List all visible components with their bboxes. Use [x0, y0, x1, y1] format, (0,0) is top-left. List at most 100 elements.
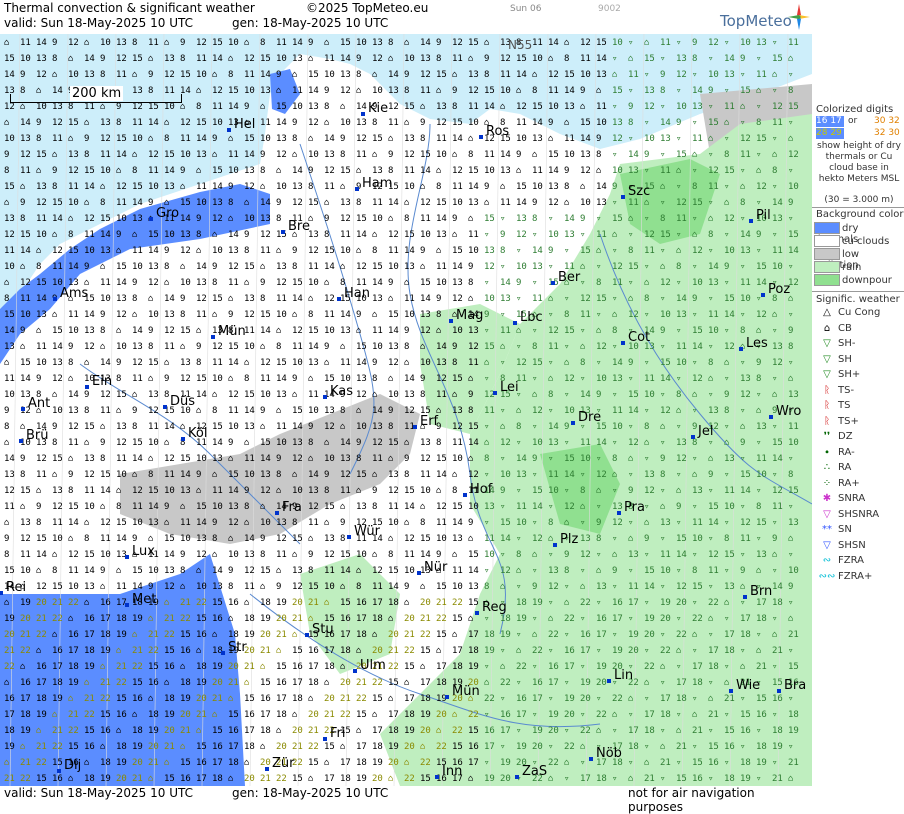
thermal-cell: ⌂ — [308, 54, 314, 64]
thermal-cell: 16 — [740, 726, 751, 736]
thermal-cell: ▿ — [628, 134, 634, 144]
thermal-cell: ⌂ — [180, 742, 186, 752]
thermal-cell: 10 — [484, 550, 495, 560]
thermal-cell: 15 — [164, 774, 175, 784]
thermal-cell: ⌂ — [132, 230, 138, 240]
legend-wx-label: TS — [838, 400, 851, 411]
thermal-cell: 10 — [276, 54, 287, 64]
thermal-cell: ⌂ — [628, 454, 634, 464]
thermal-cell: ⌂ — [148, 374, 154, 384]
thermal-cell: 10 — [468, 502, 479, 512]
thermal-cell: ▿ — [772, 614, 778, 624]
thermal-cell: 12 — [708, 166, 719, 176]
thermal-cell: 9 — [740, 566, 746, 576]
thermal-cell: 18 — [228, 630, 239, 640]
thermal-cell: 16 — [52, 774, 63, 784]
thermal-cell: ▿ — [708, 246, 714, 256]
thermal-cell: 10 — [244, 470, 255, 480]
thermal-cell: 10 — [132, 262, 143, 272]
thermal-cell: ▿ — [564, 342, 570, 352]
thermal-cell: 10 — [436, 534, 447, 544]
thermal-cell: ⌂ — [340, 742, 346, 752]
thermal-cell: ▿ — [708, 486, 714, 496]
thermal-cell: ⌂ — [244, 678, 250, 688]
thermal-cell: 10 — [164, 102, 175, 112]
thermal-cell: 11 — [132, 118, 143, 128]
thermal-cell: ▿ — [740, 406, 746, 416]
thermal-cell: 10 — [100, 38, 111, 48]
thermal-cell: 9 — [228, 566, 234, 576]
thermal-cell: 8 — [132, 38, 138, 48]
thermal-cell: 13 — [676, 438, 687, 448]
thermal-cell: ⌂ — [452, 470, 458, 480]
thermal-cell: 10 — [324, 326, 335, 336]
thermal-cell: 9 — [756, 230, 762, 240]
thermal-cell: 12 — [324, 166, 335, 176]
thermal-cell: ⌂ — [612, 230, 618, 240]
thermal-cell: 9 — [500, 486, 506, 496]
city-label: Nöb — [589, 746, 622, 761]
thermal-cell: ▿ — [484, 278, 490, 288]
thermal-cell: 9 — [100, 438, 106, 448]
thermal-cell: ⌂ — [180, 422, 186, 432]
thermal-cell: 20 — [388, 758, 399, 768]
thermal-cell: 8 — [788, 342, 794, 352]
thermal-cell: 20 — [564, 710, 575, 720]
thermal-cell: ⌂ — [564, 518, 570, 528]
city-label: Nür — [416, 560, 448, 575]
thermal-cell: 15 — [740, 710, 751, 720]
thermal-cell: ⌂ — [516, 86, 522, 96]
thermal-cell: 13 — [372, 294, 383, 304]
thermal-cell: 12 — [36, 198, 47, 208]
thermal-cell: 11 — [164, 470, 175, 480]
thermal-cell: 17 — [580, 646, 591, 656]
thermal-cell: 15 — [756, 518, 767, 528]
thermal-cell: 11 — [228, 278, 239, 288]
thermal-cell: ⌂ — [324, 198, 330, 208]
thermal-cell: ⌂ — [644, 38, 650, 48]
thermal-cell: ▿ — [676, 662, 682, 672]
thermal-cell: 8 — [324, 486, 330, 496]
thermal-cell: ▿ — [724, 86, 730, 96]
thermal-cell: 10 — [676, 358, 687, 368]
thermal-cell: 14 — [212, 54, 223, 64]
thermal-cell: 12 — [484, 262, 495, 272]
thermal-cell: 11 — [516, 502, 527, 512]
thermal-cell: ▿ — [692, 598, 698, 608]
thermal-cell: ▿ — [740, 742, 746, 752]
thermal-cell: 9 — [340, 518, 346, 528]
thermal-cell: 15 — [292, 646, 303, 656]
legend-sample-a: 16 17 — [816, 116, 844, 127]
thermal-cell: 11 — [436, 134, 447, 144]
thermal-cell: 13 — [564, 230, 575, 240]
thermal-cell: ⌂ — [260, 502, 266, 512]
thermal-cell: 14 — [532, 502, 543, 512]
thermal-cell: 11 — [740, 150, 751, 160]
thermal-cell: 13 — [276, 134, 287, 144]
thermal-cell: 11 — [356, 150, 367, 160]
thermal-cell: 11 — [484, 534, 495, 544]
city-label: Düs — [162, 394, 196, 409]
thermal-cell: 10 — [564, 150, 575, 160]
thermal-cell: 13 — [52, 358, 63, 368]
thermal-cell: 11 — [244, 582, 255, 592]
thermal-cell: 13 — [84, 454, 95, 464]
thermal-cell: 10 — [196, 70, 207, 80]
legend-wx-item: ᚱ TS — [816, 400, 850, 411]
thermal-cell: 15 — [580, 246, 591, 256]
thermal-cell: 18 — [276, 710, 287, 720]
weather-map[interactable]: ⌂ 11 14 9 12 ⌂ 10 13 8 11 ⌂ 9 12 15 10 ⌂ 8 11 14 9 ⌂ 15 10 13 8 ⌂… — [0, 34, 813, 786]
thermal-cell: 11 — [276, 294, 287, 304]
thermal-cell: 13 — [84, 582, 95, 592]
thermal-cell: 20 — [388, 630, 399, 640]
thermal-cell: ⌂ — [356, 566, 362, 576]
thermal-cell: 14 — [148, 118, 159, 128]
thermal-cell: 15 — [724, 550, 735, 560]
thermal-cell: 13 — [756, 422, 767, 432]
thermal-cell: 8 — [356, 70, 362, 80]
thermal-cell: 14 — [708, 518, 719, 528]
city-label: Pra — [617, 500, 645, 515]
thermal-cell: ⌂ — [356, 86, 362, 96]
thermal-cell: 11 — [772, 118, 783, 128]
thermal-cell: 15 — [260, 566, 271, 576]
